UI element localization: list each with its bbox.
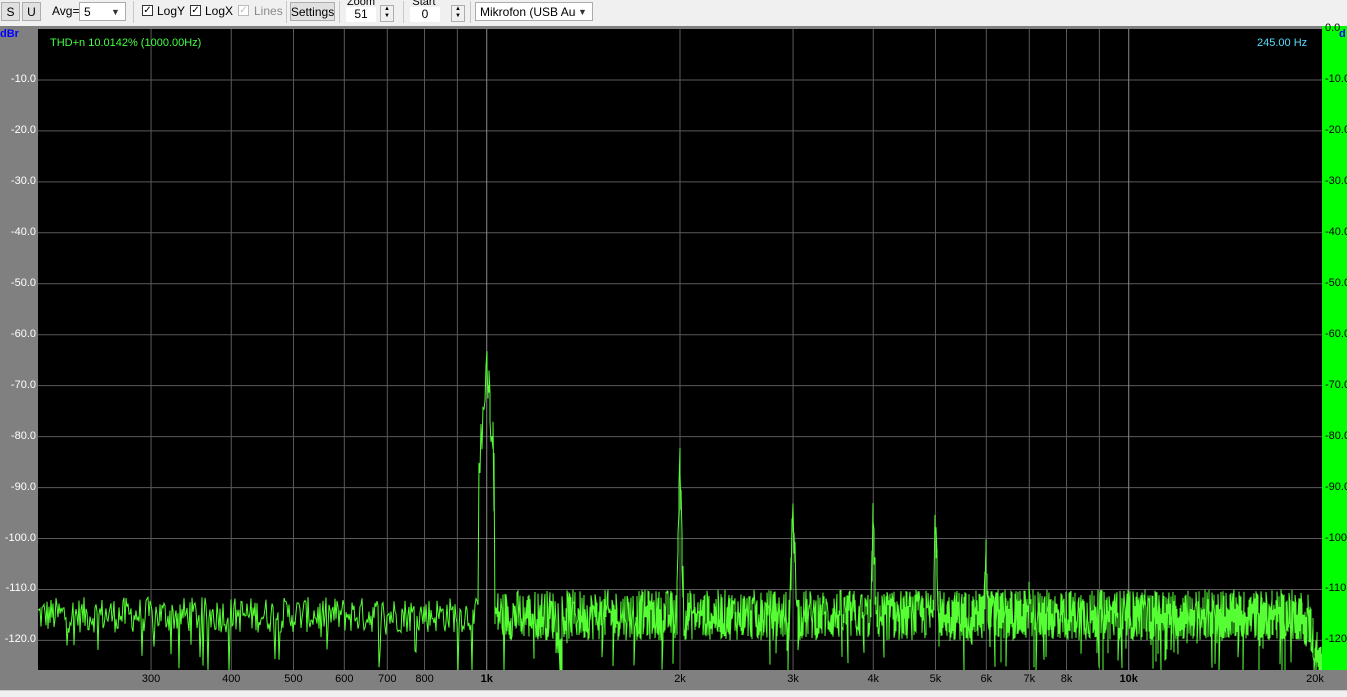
x-tick-label: 2k	[674, 673, 686, 685]
y-tick-label-right: -80.0	[1325, 429, 1347, 442]
x-tick-label: 3k	[787, 673, 799, 685]
arrow-down-icon[interactable]: ▼	[381, 13, 393, 20]
y-tick-label: -60.0	[10, 327, 36, 340]
arrow-down-icon[interactable]: ▼	[452, 13, 464, 20]
x-tick-label: 500	[284, 673, 303, 685]
separator	[339, 1, 340, 23]
y-tick-label: -40.0	[10, 225, 36, 238]
x-tick-label: 20k	[1306, 673, 1324, 685]
logy-checkbox[interactable]: ✓	[142, 5, 153, 16]
x-tick-label: 6k	[980, 673, 993, 685]
y-tick-label: -20.0	[10, 123, 36, 136]
lines-label: Lines	[254, 4, 283, 18]
device-select[interactable]: Mikrofon (USB Audio ▼	[475, 2, 593, 21]
start-input[interactable]: 0	[410, 7, 440, 22]
toolbar: S U Avg= 5 ▼ ✓ LogY ✓ LogX ✓ Lines Setti…	[0, 0, 1347, 24]
x-tick-label: 300	[141, 673, 161, 685]
avg-select[interactable]: 5 ▼	[79, 2, 126, 21]
arrow-up-icon[interactable]: ▲	[381, 6, 393, 13]
y-tick-label-right: -90.0	[1325, 480, 1347, 493]
y-axis-left	[0, 26, 38, 671]
x-tick-label: 600	[335, 673, 354, 685]
cursor-frequency-readout: 245.00 Hz	[1257, 37, 1308, 49]
x-tick-label: 5k	[929, 673, 942, 685]
y-tick-label: -30.0	[10, 174, 36, 187]
y-tick-label-right: -120.0	[1325, 633, 1347, 646]
avg-label: Avg=	[52, 4, 80, 18]
u-button[interactable]: U	[22, 2, 41, 21]
y-tick-label: -90.0	[10, 480, 36, 493]
y-tick-label-right: -110.0	[1325, 582, 1347, 595]
s-button[interactable]: S	[1, 2, 20, 21]
x-tick-label: 10k	[1119, 673, 1138, 685]
grid	[38, 29, 1322, 671]
x-tick-label: 8k	[1060, 673, 1073, 685]
separator	[470, 1, 471, 23]
y-tick-label: -70.0	[10, 378, 36, 391]
arrow-up-icon[interactable]: ▲	[452, 6, 464, 13]
y-tick-label: -110.0	[5, 582, 36, 595]
y-tick-label: -100.0	[4, 531, 36, 544]
y-tick-label: -80.0	[10, 429, 36, 442]
thd-readout: THD+n 10.0142% (1000.00Hz)	[50, 37, 202, 49]
avg-value: 5	[84, 5, 91, 19]
device-value: Mikrofon (USB Audio	[480, 5, 576, 19]
y-tick-label-right: -20.0	[1325, 123, 1347, 136]
y-tick-label-right: -100.0	[1325, 531, 1347, 544]
y-tick-label-right: -10.0	[1325, 72, 1347, 85]
y-tick-label-right: -50.0	[1325, 276, 1347, 289]
logx-checkbox[interactable]: ✓	[190, 5, 201, 16]
spectrum-plot[interactable]	[38, 29, 1322, 671]
y-tick-label-right: -30.0	[1325, 174, 1347, 187]
y-tick-label: -50.0	[10, 276, 36, 289]
separator	[403, 1, 404, 23]
y-tick-label-right: 0.0	[1325, 22, 1341, 34]
x-tick-label: 7k	[1023, 673, 1036, 685]
lines-checkbox[interactable]: ✓	[238, 5, 249, 16]
logy-label: LogY	[157, 4, 186, 18]
y-unit-left: dBr	[0, 28, 19, 40]
y-axis-right	[1322, 26, 1347, 671]
y-tick-label: -10.0	[10, 72, 36, 85]
zoom-input[interactable]: 51	[346, 7, 376, 22]
x-tick-label: 1k	[480, 673, 493, 685]
logx-label: LogX	[205, 4, 234, 18]
x-tick-label: 4k	[867, 673, 880, 685]
x-tick-label: 700	[378, 673, 397, 685]
x-tick-label: 400	[222, 673, 241, 685]
chevron-down-icon: ▼	[111, 6, 120, 17]
chevron-down-icon: ▼	[578, 6, 587, 17]
start-stepper[interactable]: ▲ ▼	[451, 5, 465, 22]
y-tick-label-right: -40.0	[1325, 225, 1347, 238]
settings-button[interactable]: Settings	[290, 2, 335, 21]
zoom-stepper[interactable]: ▲ ▼	[380, 5, 394, 22]
y-tick-label-right: -60.0	[1325, 327, 1347, 340]
y-tick-label-right: -70.0	[1325, 378, 1347, 391]
y-tick-label: -120.0	[4, 633, 36, 646]
separator	[133, 1, 134, 23]
x-tick-label: 800	[415, 673, 434, 685]
separator	[286, 1, 287, 23]
